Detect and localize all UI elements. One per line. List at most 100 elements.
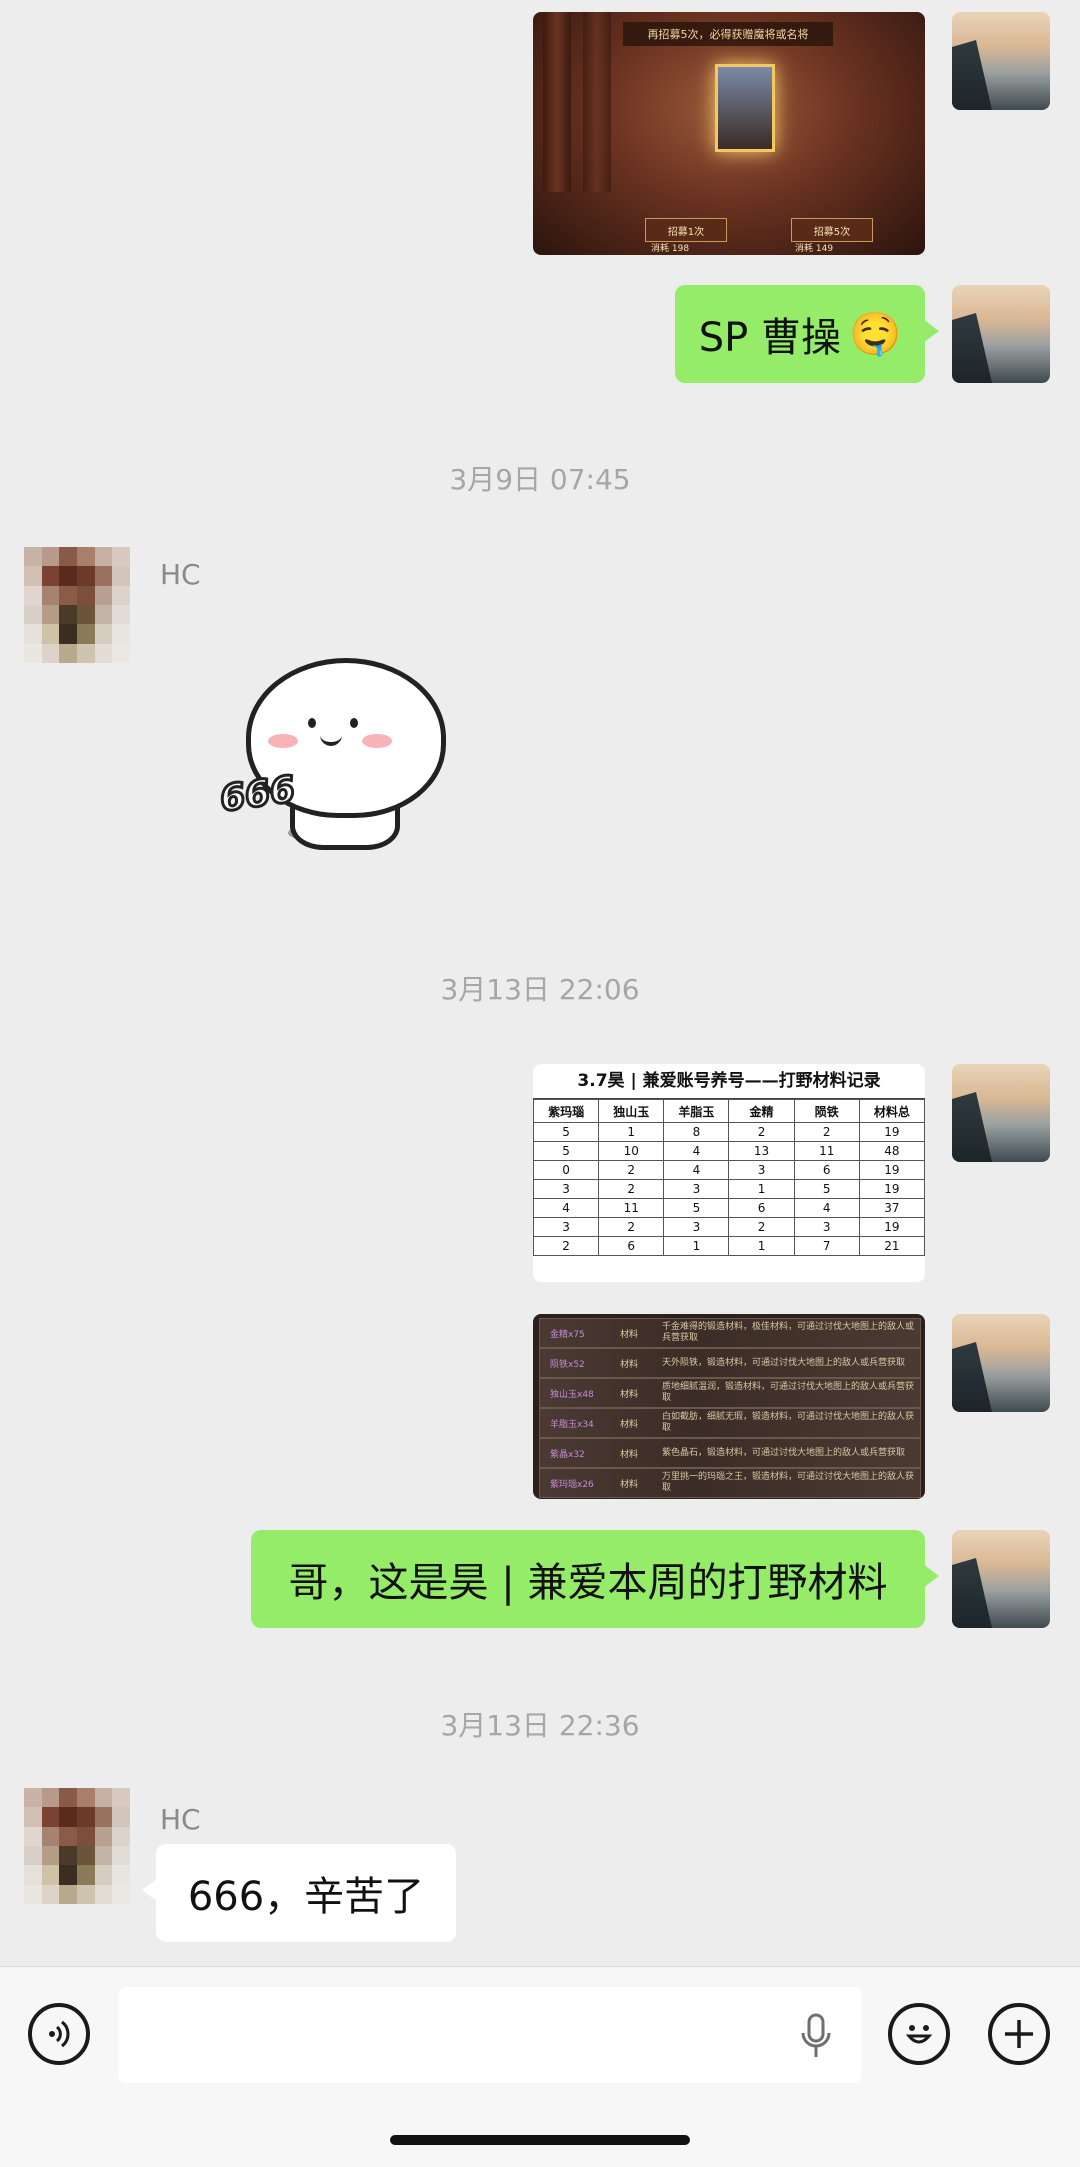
table-row: 5 1 8 2 2 19 — [533, 1122, 925, 1142]
table-cell: 2 — [598, 1217, 665, 1237]
table-cell: 19 — [858, 1217, 925, 1237]
table-cell: 3 — [533, 1217, 600, 1237]
table-cell: 5 — [533, 1141, 600, 1161]
sender-name: HC — [160, 1803, 201, 1836]
materials-list-image[interactable]: 金精x75 材料 千金难得的锻造材料，极佳材料，可通过讨伐大地图上的敌人或兵营获… — [533, 1314, 925, 1499]
game-hero-card — [715, 64, 775, 152]
self-avatar[interactable] — [952, 1530, 1050, 1628]
material-name: 羊脂玉x34 — [550, 1419, 594, 1430]
material-desc: 万里挑一的玛瑙之王，锻造材料，可通过讨伐大地图上的敌人获取 — [662, 1472, 915, 1493]
timestamp: 3月9日 07:45 — [449, 463, 631, 496]
sticker-blush-right — [362, 734, 392, 748]
table-cell: 4 — [663, 1160, 730, 1180]
microphone-icon[interactable] — [796, 2013, 836, 2061]
sender-name: HC — [160, 558, 201, 591]
table-cell: 3 — [728, 1160, 795, 1180]
table-cell: 4 — [663, 1141, 730, 1161]
table-cell: 7 — [793, 1236, 860, 1256]
table-cell: 6 — [793, 1160, 860, 1180]
table-header: 独山玉 — [598, 1099, 665, 1123]
table-cell: 8 — [663, 1122, 730, 1142]
hc-avatar[interactable] — [24, 1788, 130, 1904]
table-cell: 5 — [793, 1179, 860, 1199]
table-header: 陨铁 — [793, 1099, 860, 1123]
timestamp: 3月13日 22:36 — [440, 1709, 640, 1742]
material-name: 紫玛瑙x26 — [550, 1479, 594, 1490]
table-cell: 2 — [533, 1236, 600, 1256]
table-cell: 1 — [598, 1122, 665, 1142]
table-cell: 21 — [858, 1236, 925, 1256]
table-cell: 2 — [728, 1122, 795, 1142]
table-cell: 3 — [663, 1179, 730, 1199]
table-cell: 2 — [598, 1160, 665, 1180]
hc-avatar[interactable] — [24, 547, 130, 663]
material-type: 材料 — [620, 1449, 639, 1460]
material-desc: 天外陨铁，锻造材料，可通过讨伐大地图上的敌人或兵营获取 — [662, 1357, 906, 1368]
table-row: 5 10 4 13 11 48 — [533, 1141, 925, 1161]
material-desc: 紫色晶石，锻造材料，可通过讨伐大地图上的敌人或兵营获取 — [662, 1447, 906, 1458]
table-cell: 4 — [793, 1198, 860, 1218]
home-indicator — [390, 2135, 690, 2145]
table-title: 3.7昊 | 兼爱账号养号——打野材料记录 — [533, 1064, 925, 1099]
message-input[interactable] — [118, 1987, 862, 2083]
material-type: 材料 — [620, 1479, 639, 1490]
game-recruit-1-button: 招募1次 — [645, 218, 727, 242]
material-row: 陨铁x52 材料 天外陨铁，锻造材料，可通过讨伐大地图上的敌人或兵营获取 — [539, 1348, 921, 1378]
material-row: 金精x75 材料 千金难得的锻造材料，极佳材料，可通过讨伐大地图上的敌人或兵营获… — [539, 1318, 921, 1348]
material-desc: 千金难得的锻造材料，极佳材料，可通过讨伐大地图上的敌人或兵营获取 — [662, 1322, 915, 1343]
materials-table: 紫玛瑙 独山玉 羊脂玉 金精 陨铁 材料总 5 1 8 2 2 19 5 10 4 13 11 48… — [533, 1099, 925, 1256]
self-avatar[interactable] — [952, 12, 1050, 110]
material-name: 金精x75 — [550, 1329, 585, 1340]
material-name: 陨铁x52 — [550, 1359, 585, 1370]
table-row: 0 2 4 3 6 19 — [533, 1160, 925, 1180]
material-type: 材料 — [620, 1329, 639, 1340]
chat-input-bar — [0, 1966, 1080, 2167]
plus-icon[interactable] — [988, 2003, 1050, 2065]
game-screenshot-image[interactable]: 再招募5次，必得获赠魔将或名将 招募1次 招募5次 消耗 198 消耗 149 — [533, 12, 925, 255]
table-cell: 48 — [858, 1141, 925, 1161]
table-cell: 5 — [533, 1122, 600, 1142]
table-cell: 19 — [858, 1179, 925, 1199]
self-avatar[interactable] — [952, 1064, 1050, 1162]
voice-icon[interactable] — [28, 2003, 90, 2065]
game-recruit-5-button: 招募5次 — [791, 218, 873, 242]
table-cell: 19 — [858, 1160, 925, 1180]
table-cell: 0 — [533, 1160, 600, 1180]
material-desc: 白如截肪，细腻无瑕，锻造材料，可通过讨伐大地图上的敌人获取 — [662, 1412, 915, 1433]
table-cell: 10 — [598, 1141, 665, 1161]
message-bubble-other[interactable]: 666，辛苦了 — [142, 1844, 456, 1942]
game-cost-1: 消耗 198 — [651, 244, 690, 254]
material-type: 材料 — [620, 1359, 639, 1370]
table-cell: 1 — [728, 1236, 795, 1256]
game-cost-2: 消耗 149 — [795, 244, 834, 254]
material-type: 材料 — [620, 1419, 639, 1430]
message-bubble-self[interactable]: 哥，这是昊 | 兼爱本周的打野材料 — [251, 1530, 939, 1628]
sticker-blush-left — [268, 734, 298, 748]
sticker-666-image[interactable]: 666 — [216, 650, 448, 860]
table-cell: 3 — [533, 1179, 600, 1199]
table-cell: 11 — [598, 1198, 665, 1218]
table-cell: 4 — [533, 1198, 600, 1218]
table-header: 紫玛瑙 — [533, 1099, 600, 1123]
self-avatar[interactable] — [952, 285, 1050, 383]
materials-table-image[interactable]: 3.7昊 | 兼爱账号养号——打野材料记录 紫玛瑙 独山玉 羊脂玉 金精 陨铁 … — [533, 1064, 925, 1282]
table-row: 3 2 3 1 5 19 — [533, 1179, 925, 1199]
material-name: 紫晶x32 — [550, 1449, 585, 1460]
message-text: 哥，这是昊 | 兼爱本周的打野材料 — [288, 1560, 888, 1606]
table-cell: 6 — [598, 1236, 665, 1256]
smiley-icon[interactable] — [888, 2003, 950, 2065]
drooling-emoji-icon: 🤤 — [848, 309, 902, 358]
material-name: 独山玉x48 — [550, 1389, 594, 1400]
message-text: SP 曹操 — [698, 315, 841, 361]
material-row: 紫玛瑙x26 材料 万里挑一的玛瑙之王，锻造材料，可通过讨伐大地图上的敌人获取 — [539, 1468, 921, 1498]
self-avatar[interactable] — [952, 1314, 1050, 1412]
material-row: 独山玉x48 材料 质地细腻温润，锻造材料，可通过讨伐大地图上的敌人或兵营获取 — [539, 1378, 921, 1408]
table-cell: 13 — [728, 1141, 795, 1161]
table-header: 羊脂玉 — [663, 1099, 730, 1123]
table-cell: 11 — [793, 1141, 860, 1161]
message-bubble-self[interactable]: SP 曹操 🤤 — [675, 285, 939, 383]
material-row: 羊脂玉x34 材料 白如截肪，细腻无瑕，锻造材料，可通过讨伐大地图上的敌人获取 — [539, 1408, 921, 1438]
timestamp: 3月13日 22:06 — [440, 973, 640, 1006]
game-recruit-banner: 再招募5次，必得获赠魔将或名将 — [623, 22, 833, 46]
table-row: 4 11 5 6 4 37 — [533, 1198, 925, 1218]
